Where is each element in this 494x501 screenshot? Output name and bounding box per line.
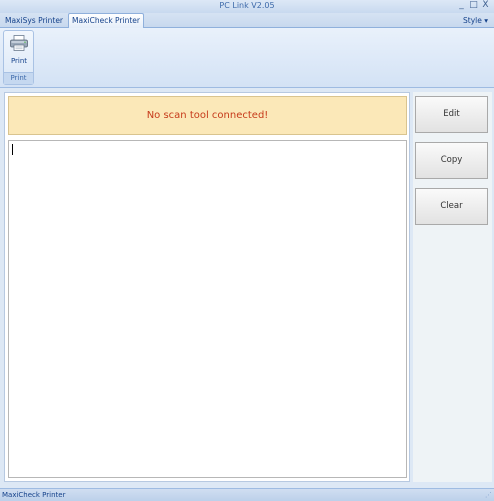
copy-button[interactable]: Copy	[415, 142, 488, 179]
ribbon-tabs: MaxiSys Printer MaxiCheck Printer Style …	[0, 13, 494, 28]
style-menu[interactable]: Style ▾	[463, 14, 488, 27]
close-button[interactable]: X	[481, 0, 490, 12]
chevron-down-icon: ▾	[484, 16, 488, 25]
text-caret	[12, 144, 13, 155]
tab-maxicheck-printer[interactable]: MaxiCheck Printer	[68, 13, 144, 28]
ribbon-group-print: Print Print	[3, 30, 34, 85]
ribbon-panel: Print Print	[0, 28, 494, 88]
status-bar-text: MaxiCheck Printer	[2, 491, 66, 499]
minimize-button[interactable]: _	[457, 0, 466, 12]
action-panel: Edit Copy Clear	[413, 92, 492, 482]
printer-icon	[10, 35, 28, 51]
window-title: PC Link V2.05	[219, 1, 275, 10]
resize-grip-icon[interactable]: ⋰	[485, 491, 492, 499]
app-window: PC Link V2.05 _ □ X MaxiSys Printer Maxi…	[0, 0, 494, 501]
window-controls: _ □ X	[457, 0, 490, 13]
ribbon-group-label: Print	[4, 72, 33, 84]
title-bar[interactable]: PC Link V2.05 _ □ X	[0, 0, 494, 13]
print-button[interactable]: Print	[6, 33, 32, 69]
maximize-button[interactable]: □	[469, 0, 478, 12]
status-bar: MaxiCheck Printer ⋰	[0, 488, 494, 501]
tab-maxisys-printer[interactable]: MaxiSys Printer	[4, 14, 64, 27]
main-content: No scan tool connected! Edit Copy Clear	[0, 88, 494, 488]
edit-button[interactable]: Edit	[415, 96, 488, 133]
print-button-label: Print	[10, 57, 28, 65]
print-output-textarea[interactable]	[8, 140, 407, 478]
style-menu-label: Style	[463, 16, 482, 25]
connection-status-banner: No scan tool connected!	[8, 96, 407, 135]
clear-button[interactable]: Clear	[415, 188, 488, 225]
output-panel: No scan tool connected!	[4, 92, 410, 482]
